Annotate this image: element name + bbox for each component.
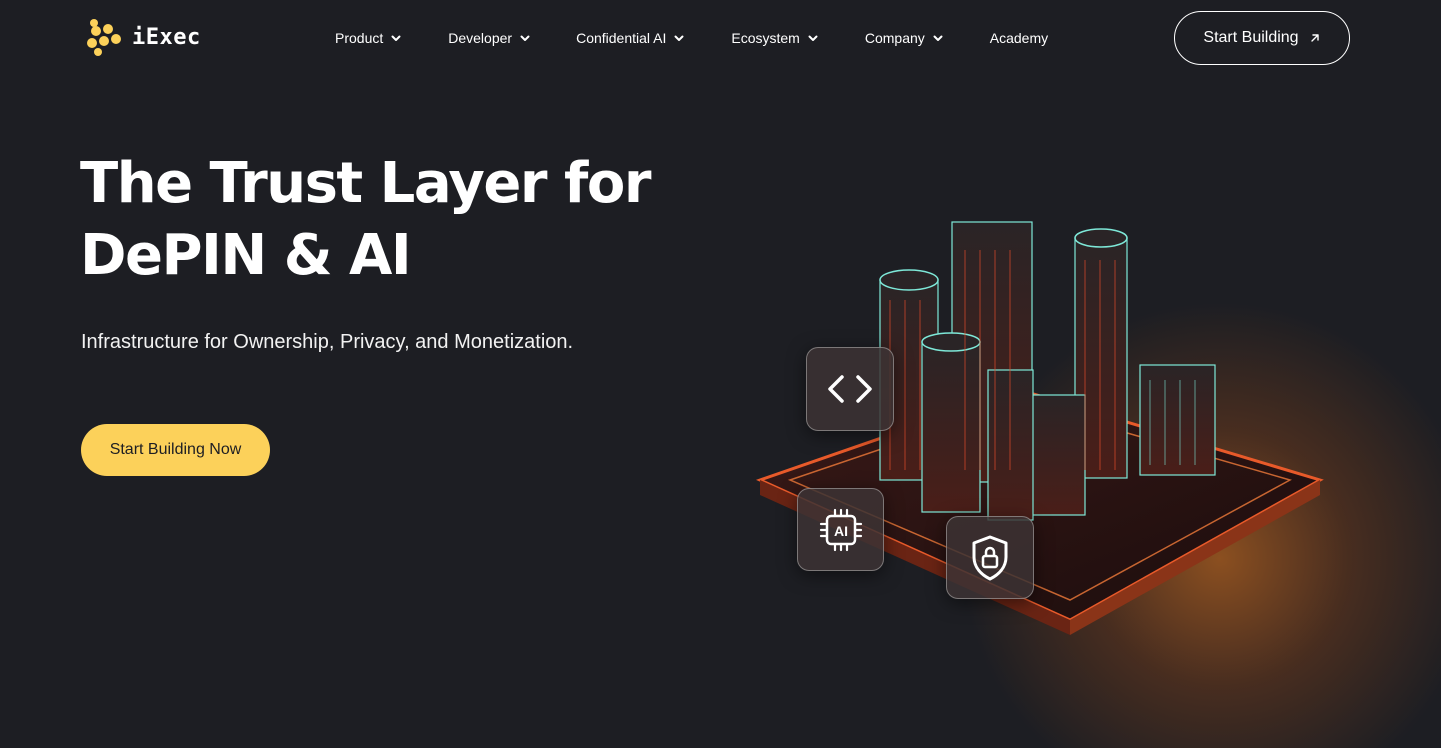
chevron-down-icon [391,35,401,41]
chevron-down-icon [933,35,943,41]
lock-badge [946,516,1034,599]
nav-item-developer[interactable]: Developer [448,28,531,48]
start-building-now-button[interactable]: Start Building Now [81,424,270,476]
main-nav: Product Developer Confidential AI Ecosys… [335,28,1048,48]
shield-lock-icon [972,535,1008,580]
code-icon [828,375,872,403]
start-building-button[interactable]: Start Building [1174,11,1350,65]
start-building-label: Start Building [1203,29,1299,46]
nav-item-confidential-ai[interactable]: Confidential AI [576,28,685,48]
chevron-down-icon [520,35,530,41]
nav-item-label: Product [335,30,384,46]
nav-item-label: Confidential AI [576,30,667,46]
nav-item-academy[interactable]: Academy [990,28,1048,48]
nav-item-product[interactable]: Product [335,28,402,48]
nav-item-label: Ecosystem [731,30,800,46]
arrow-up-right-icon [1310,34,1319,42]
nav-item-company[interactable]: Company [865,28,944,48]
nav-item-ecosystem[interactable]: Ecosystem [731,28,818,48]
iexec-logo-icon [84,17,124,57]
site-header: iExec Product Developer Confidential AI … [0,0,1441,76]
ai-chip-icon: AI [819,508,862,551]
nav-item-label: Developer [448,30,513,46]
code-badge [806,347,894,431]
nav-item-label: Academy [989,30,1049,46]
logo[interactable]: iExec [84,17,201,57]
nav-item-label: Company [864,30,925,46]
logo-text: iExec [132,24,201,50]
hero-title-line-2: DePIN & AI [80,223,412,288]
start-building-now-label: Start Building Now [109,441,242,458]
hero-subtitle: Infrastructure for Ownership, Privacy, a… [81,331,574,353]
ai-chip-label: AI [834,523,848,539]
chevron-down-icon [674,35,684,41]
ai-badge: AI [797,488,884,571]
hero-title: The Trust Layer for DePIN & AI [80,148,780,292]
city-platform-illustration [740,180,1440,748]
chevron-down-icon [808,35,818,41]
hero-title-line-1: The Trust Layer for [80,151,651,216]
